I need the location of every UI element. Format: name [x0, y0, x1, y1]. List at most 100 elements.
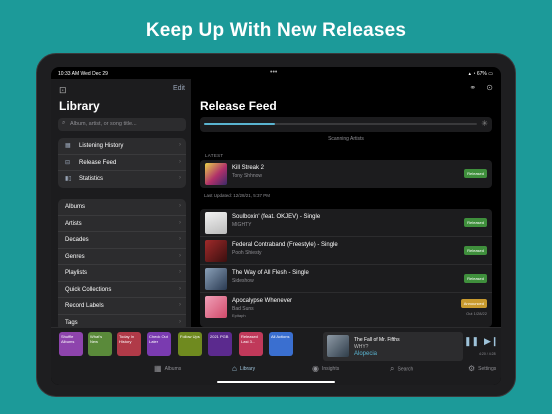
status-badge: Released — [464, 274, 487, 283]
shortcut-button[interactable]: Follow Ups — [178, 332, 202, 356]
list-item[interactable]: Apocalypse Whenever Bad Suns Epitaph Ann… — [200, 293, 492, 321]
settings-icon: ⚙ — [468, 364, 476, 373]
album-art — [205, 268, 227, 290]
sidebar-icon[interactable]: ⊡ — [59, 85, 67, 96]
now-playing-art — [327, 335, 349, 357]
tab-insights[interactable]: ◉ Insights — [312, 364, 339, 373]
shortcut-button[interactable]: Released Last 3... — [239, 332, 263, 356]
scan-progress-card: ✳ — [200, 117, 492, 132]
sidebar-item-playlists[interactable]: Playlists › — [58, 265, 186, 282]
chevron-right-icon: › — [179, 252, 181, 259]
sidebar: ⊡ Edit Library ⌕ Album, artist, or song … — [51, 79, 191, 331]
shortcut-button[interactable]: Shuffle Albums — [59, 332, 83, 356]
album-art — [205, 240, 227, 262]
tab-label: Insights — [321, 365, 340, 372]
release-list: Soulboxin' (feat. OKJEV) - Single MIGHTY… — [200, 209, 492, 327]
sidebar-item-label: Playlists — [65, 270, 88, 276]
page-title: Release Feed — [200, 99, 277, 113]
shortcut-button[interactable]: Check Out Later — [147, 332, 171, 356]
latest-release-card[interactable]: Kill Streak 2 Tony Shhnow Released — [200, 160, 492, 188]
sidebar-item-listening-history[interactable]: ▦ Listening History › — [58, 138, 186, 155]
list-item[interactable]: Soulboxin' (feat. OKJEV) - Single MIGHTY… — [200, 209, 492, 237]
sidebar-item-quick-collections[interactable]: Quick Collections › — [58, 282, 186, 298]
sidebar-item-artists[interactable]: Artists › — [58, 216, 186, 232]
tab-settings[interactable]: ⚙ Settings — [468, 364, 496, 373]
spinner-icon: ✳ — [481, 119, 488, 128]
progress-fill — [204, 123, 275, 125]
shortcut-button[interactable]: 2021 PGB — [208, 332, 232, 356]
progress-track — [204, 123, 477, 125]
calendar-icon: ▦ — [65, 143, 71, 149]
sidebar-item-record-labels[interactable]: Record Labels › — [58, 298, 186, 315]
sidebar-item-albums[interactable]: Albums › — [58, 199, 186, 216]
release-title: Kill Streak 2 — [232, 165, 265, 171]
section-label-latest: LATEST — [205, 153, 224, 158]
list-item[interactable]: The Way of All Flesh - Single Sideshow R… — [200, 265, 492, 293]
release-artist: Tony Shhnow — [232, 173, 263, 179]
chevron-right-icon: › — [179, 285, 181, 292]
release-title: The Way of All Flesh - Single — [232, 270, 309, 276]
status-badge: Released — [464, 246, 487, 255]
sidebar-item-statistics[interactable]: ▮▯ Statistics › — [58, 171, 186, 188]
album-art — [205, 296, 227, 318]
tab-search[interactable]: ⌕ Search — [390, 364, 413, 374]
shortcut-button[interactable]: What's New — [88, 332, 112, 356]
sidebar-item-genres[interactable]: Genres › — [58, 249, 186, 265]
pause-icon[interactable]: ❚❚ — [464, 336, 479, 347]
now-playing-artist: WHY? — [354, 344, 369, 350]
tab-label: Albums — [164, 365, 182, 372]
sidebar-item-release-feed[interactable]: ⊟ Release Feed › — [58, 155, 186, 171]
multitask-dots[interactable]: ••• — [270, 69, 277, 76]
now-playing-album: Alopecia — [354, 351, 378, 357]
lightbulb-icon: ◉ — [312, 364, 319, 373]
tab-label: Library — [239, 365, 256, 372]
tab-library[interactable]: ⌂ Library — [232, 364, 255, 373]
tab-albums[interactable]: ▦ Albums — [154, 364, 181, 373]
now-playing[interactable]: The Fall of Mr. Fifths WHY? Alopecia — [323, 332, 463, 361]
sidebar-item-label: Albums — [65, 204, 86, 210]
inbox-icon: ⊟ — [65, 159, 71, 166]
sidebar-item-label: Record Labels — [65, 303, 104, 309]
tab-bar: ▦ Albums ⌂ Library ◉ Insights ⌕ Search ⚙ Sett… — [51, 364, 501, 378]
status-badge: Announced — [460, 299, 487, 308]
sidebar-item-label: Artists — [65, 220, 82, 227]
release-title: Federal Contraband (Freestyle) - Single — [232, 242, 338, 248]
release-artist: Sideshow — [232, 278, 254, 284]
skip-forward-icon[interactable]: ▶❙ — [484, 336, 498, 347]
list-item[interactable]: Federal Contraband (Freestyle) - Single … — [200, 237, 492, 265]
sidebar-item-decades[interactable]: Decades › — [58, 232, 186, 249]
chevron-right-icon: › — [179, 219, 181, 226]
chevron-right-icon: › — [179, 302, 181, 308]
chevron-right-icon: › — [179, 318, 181, 325]
binoculars-icon[interactable]: ⚭ — [469, 83, 476, 92]
now-playing-song: The Fall of Mr. Fifths — [354, 337, 400, 343]
tab-label: Search — [397, 366, 414, 373]
sidebar-top-group: ▦ Listening History › ⊟ Release Feed › ▮… — [58, 138, 186, 188]
status-badge: Released — [464, 169, 487, 178]
grid-icon: ▦ — [154, 364, 162, 373]
release-date: Out 1/28/22 — [466, 311, 487, 316]
release-title: Soulboxin' (feat. OKJEV) - Single — [232, 214, 321, 220]
shortcut-button[interactable]: Today In History — [117, 332, 141, 356]
chevron-right-icon: › — [179, 175, 181, 181]
album-art — [205, 163, 227, 185]
chevron-right-icon: › — [179, 236, 181, 242]
search-input[interactable]: ⌕ Album, artist, or song title... — [58, 118, 186, 131]
sidebar-item-label: Genres — [65, 253, 85, 260]
chevron-right-icon: › — [179, 142, 181, 148]
edit-button[interactable]: Edit — [173, 85, 185, 92]
play-circle-icon[interactable]: ⊙ — [486, 83, 493, 92]
toolbar: ⚭ ⊙ — [461, 83, 493, 92]
release-title: Apocalypse Whenever — [232, 298, 293, 304]
scan-status: Scanning Artists — [328, 136, 364, 142]
tab-label: Settings — [478, 365, 497, 372]
release-artist: Bad Suns — [232, 306, 254, 312]
sidebar-item-label: Tags — [65, 319, 78, 326]
chevron-right-icon: › — [179, 203, 181, 209]
shortcut-button[interactable]: All Actions — [269, 332, 293, 356]
release-feed-panel: ⚭ ⊙ Release Feed ✳ Scanning Artists LATE… — [191, 79, 501, 327]
home-icon: ⌂ — [232, 364, 237, 373]
status-time: 10:33 AM Wed Dec 29 — [58, 71, 108, 77]
battery-indicator: ▴ ◔ 67% ▭ — [468, 71, 493, 77]
bar-chart-icon: ▮▯ — [65, 176, 72, 182]
